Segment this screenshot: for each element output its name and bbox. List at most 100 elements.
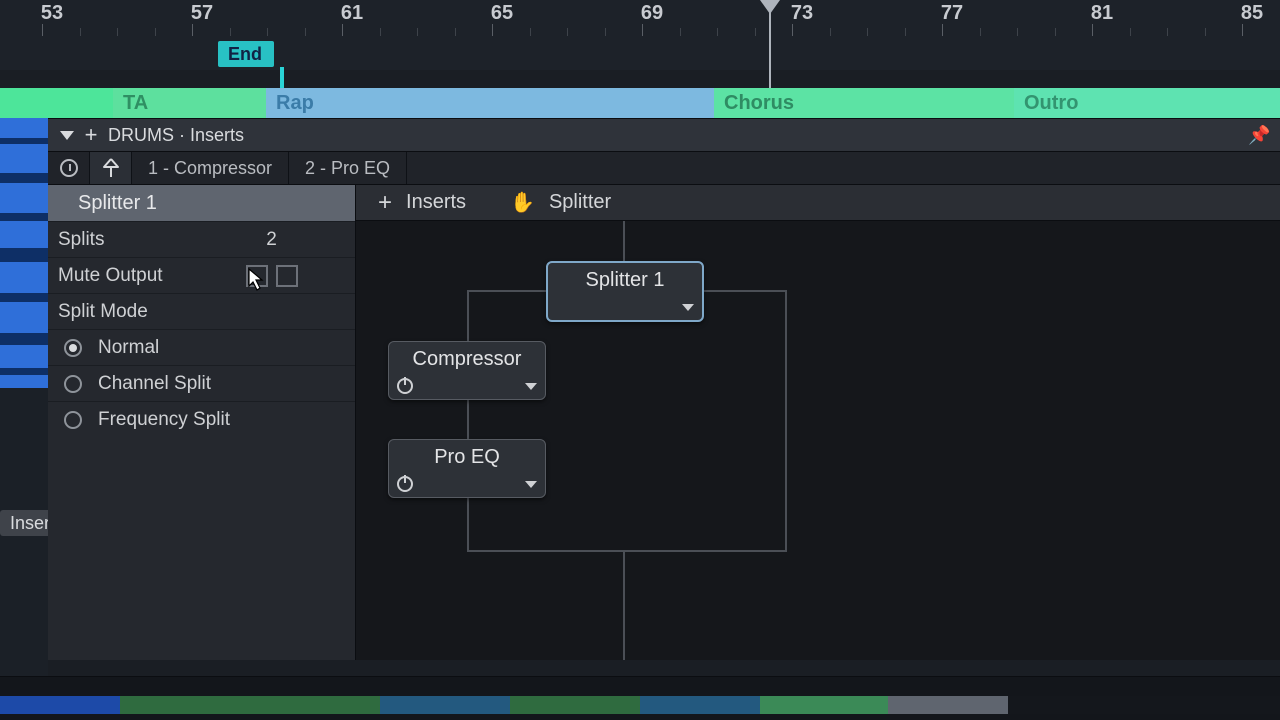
split-mode-option-label: Frequency Split (98, 409, 230, 431)
ruler-minor-tick (80, 28, 81, 36)
ruler-tick (192, 24, 193, 36)
hand-icon: ✋ (510, 190, 535, 215)
mute-output-check-2[interactable] (276, 265, 298, 287)
ruler-number: 69 (641, 2, 663, 25)
ruler-minor-tick (867, 28, 868, 36)
ruler-minor-tick (155, 28, 156, 36)
ruler-tick (642, 24, 643, 36)
navigator-segment[interactable] (640, 696, 760, 714)
splits-row[interactable]: Splits 2 (48, 221, 355, 257)
ruler-minor-tick (1167, 28, 1168, 36)
arrangement-clip[interactable]: Chorus (714, 88, 1014, 118)
ruler-minor-tick (567, 28, 568, 36)
navigator-segment[interactable] (888, 696, 1008, 714)
routing-icon[interactable] (90, 152, 132, 184)
add-insert-icon[interactable]: + (78, 122, 104, 148)
ruler-minor-tick (680, 28, 681, 36)
navigator-segment[interactable] (120, 696, 250, 714)
radio-icon[interactable] (64, 411, 82, 429)
ruler-tick (492, 24, 493, 36)
tab-compressor[interactable]: 1 - Compressor (132, 152, 289, 184)
split-mode-option[interactable]: Normal (48, 329, 355, 365)
chevron-down-icon[interactable] (525, 481, 537, 488)
navigator-segment[interactable] (510, 696, 640, 714)
pin-icon[interactable]: 📌 (1248, 125, 1270, 146)
panel-header[interactable]: + DRUMS · Inserts 📌 (48, 119, 1280, 151)
ruler-tick (1242, 24, 1243, 36)
ruler-minor-tick (230, 28, 231, 36)
node-compressor[interactable]: Compressor (388, 341, 546, 400)
arrangement-clips[interactable]: TARapChorusOutro (0, 88, 1280, 118)
add-inserts-button[interactable]: + Inserts (356, 185, 488, 220)
split-mode-option-label: Normal (98, 337, 159, 359)
split-mode-option[interactable]: Channel Split (48, 365, 355, 401)
mute-output-label: Mute Output (48, 265, 188, 287)
navigator-strip[interactable] (0, 676, 1280, 720)
ruler-number: 85 (1241, 2, 1263, 25)
ruler-minor-tick (267, 28, 268, 36)
ruler-number: 61 (341, 2, 363, 25)
node-compressor-title: Compressor (389, 342, 545, 373)
history-icon[interactable] (48, 152, 90, 184)
canvas-toolbar: + Inserts ✋ Splitter (356, 185, 1280, 221)
navigator-segment[interactable] (1008, 696, 1280, 714)
chevron-down-icon[interactable] (525, 383, 537, 390)
ruler-minor-tick (755, 28, 756, 36)
ruler-minor-tick (605, 28, 606, 36)
ruler-number: 57 (191, 2, 213, 25)
add-splitter-button[interactable]: ✋ Splitter (488, 185, 633, 220)
arrangement-clip[interactable]: Outro (1014, 88, 1280, 118)
radio-icon[interactable] (64, 339, 82, 357)
marker-end[interactable]: End (218, 41, 274, 67)
ruler-minor-tick (830, 28, 831, 36)
navigator-segment[interactable] (380, 696, 510, 714)
node-splitter-1[interactable]: Splitter 1 (546, 261, 704, 322)
ruler-number: 77 (941, 2, 963, 25)
power-icon[interactable] (397, 378, 413, 394)
splits-label: Splits (48, 229, 188, 251)
timeline-ruler[interactable]: 535761656973778185 (0, 0, 1280, 36)
ruler-tick (42, 24, 43, 36)
ruler-tick (792, 24, 793, 36)
inserts-panel: + DRUMS · Inserts 📌 1 - Compressor 2 - P… (48, 118, 1280, 660)
navigator-segment[interactable] (760, 696, 888, 714)
marker-lane[interactable]: End (0, 36, 1280, 70)
radio-icon[interactable] (64, 375, 82, 393)
ruler-number: 53 (41, 2, 63, 25)
arrangement-clip[interactable]: Rap (266, 88, 714, 118)
waveform-thumbnail (0, 118, 48, 388)
mute-output-row[interactable]: Mute Output (48, 257, 355, 293)
ruler-minor-tick (305, 28, 306, 36)
split-mode-option[interactable]: Frequency Split (48, 401, 355, 437)
ruler-minor-tick (905, 28, 906, 36)
add-inserts-label: Inserts (406, 191, 466, 214)
node-pro-eq[interactable]: Pro EQ (388, 439, 546, 498)
ruler-minor-tick (117, 28, 118, 36)
node-pro-eq-title: Pro EQ (389, 440, 545, 471)
split-mode-option-label: Channel Split (98, 373, 211, 395)
navigator-segment[interactable] (0, 696, 120, 714)
ruler-number: 73 (791, 2, 813, 25)
property-title[interactable]: Splitter 1 (48, 185, 355, 221)
ruler-minor-tick (417, 28, 418, 36)
mute-output-check-1[interactable] (246, 265, 268, 287)
chevron-down-icon[interactable] (682, 304, 694, 311)
panel-title: DRUMS · Inserts (108, 125, 244, 146)
power-icon[interactable] (397, 476, 413, 492)
ruler-number: 65 (491, 2, 513, 25)
panel-tabbar: 1 - Compressor 2 - Pro EQ (48, 151, 1280, 185)
ruler-minor-tick (1205, 28, 1206, 36)
arrangement-clip[interactable] (0, 88, 113, 118)
ruler-minor-tick (980, 28, 981, 36)
route-area[interactable]: Splitter 1 Compressor Pro EQ (356, 221, 1280, 660)
ruler-tick (342, 24, 343, 36)
node-splitter-1-title: Splitter 1 (548, 263, 702, 294)
ruler-minor-tick (1055, 28, 1056, 36)
arrangement-clip[interactable]: TA (113, 88, 266, 118)
splits-value[interactable]: 2 (188, 229, 355, 251)
routing-canvas[interactable]: + Inserts ✋ Splitter Splitter 1 (356, 185, 1280, 660)
ruler-minor-tick (530, 28, 531, 36)
navigator-segment[interactable] (250, 696, 380, 714)
collapse-icon[interactable] (56, 131, 78, 140)
tab-pro-eq[interactable]: 2 - Pro EQ (289, 152, 407, 184)
